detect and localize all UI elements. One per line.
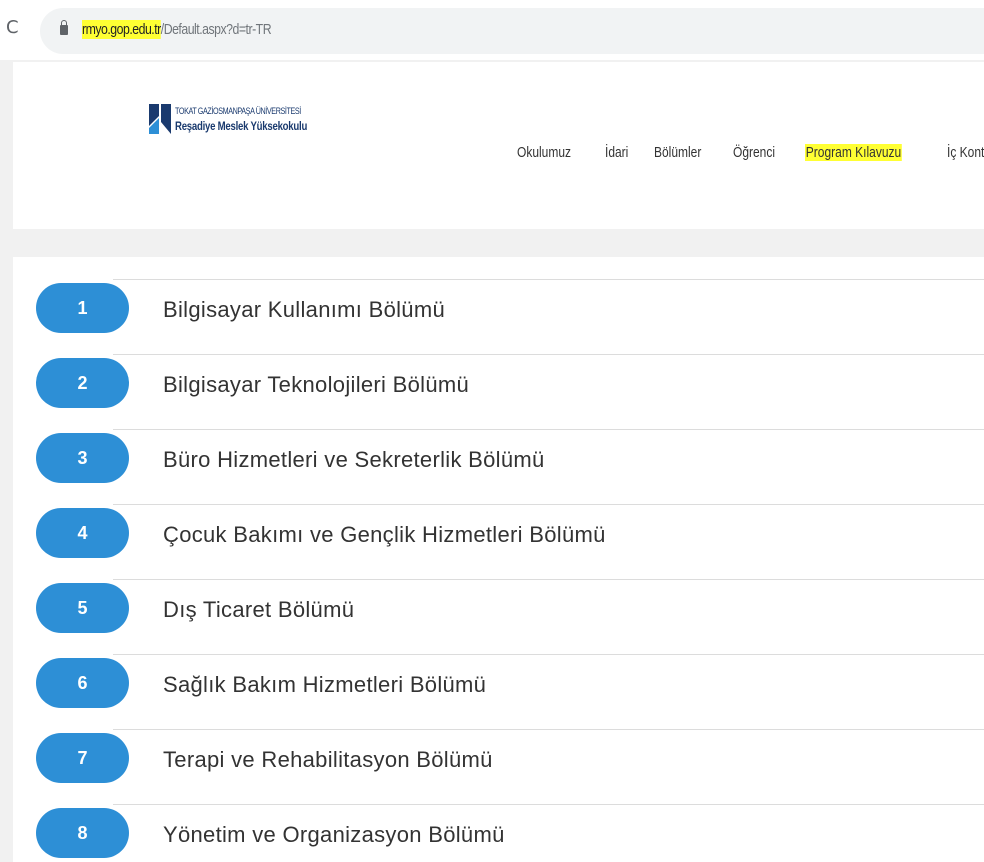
row-divider — [113, 804, 984, 805]
department-link[interactable]: Terapi ve Rehabilitasyon Bölümü — [163, 747, 493, 773]
row-divider — [113, 654, 984, 655]
row-divider — [113, 504, 984, 505]
nav-program-kilavuzu[interactable]: Program Kılavuzu — [805, 144, 903, 161]
department-link[interactable]: Yönetim ve Organizasyon Bölümü — [163, 822, 505, 848]
nav-ogrenci[interactable]: Öğrenci — [733, 144, 775, 161]
reload-icon[interactable]: C — [6, 17, 19, 38]
department-link[interactable]: Dış Ticaret Bölümü — [163, 597, 354, 623]
nav-idari[interactable]: İdari — [605, 144, 628, 161]
department-link[interactable]: Bilgisayar Teknolojileri Bölümü — [163, 372, 469, 398]
nav-ic-kontrol[interactable]: İç Kontrol — [947, 144, 984, 161]
number-badge: 3 — [36, 433, 129, 483]
number-badge: 6 — [36, 658, 129, 708]
department-list: 1 Bilgisayar Kullanımı Bölümü 2 Bilgisay… — [13, 257, 984, 862]
department-link[interactable]: Bilgisayar Kullanımı Bölümü — [163, 297, 445, 323]
logo-mark-icon — [149, 104, 171, 134]
list-item[interactable]: 1 Bilgisayar Kullanımı Bölümü — [13, 257, 984, 333]
list-item[interactable]: 7 Terapi ve Rehabilitasyon Bölümü — [13, 707, 984, 783]
row-divider — [113, 429, 984, 430]
logo-university-name: TOKAT GAZİOSMANPAŞA ÜNİVERSİTESİ — [175, 106, 301, 116]
url-host: rmyo.gop.edu.tr — [82, 20, 161, 39]
row-divider — [113, 579, 984, 580]
list-item[interactable]: 8 Yönetim ve Organizasyon Bölümü — [13, 782, 984, 858]
number-badge: 4 — [36, 508, 129, 558]
main-nav: Okulumuz İdari Bölümler Öğrenci Program … — [517, 144, 984, 161]
url-text[interactable]: rmyo.gop.edu.tr/Default.aspx?d=tr-TR — [82, 20, 272, 39]
department-link[interactable]: Çocuk Bakımı ve Gençlik Hizmetleri Bölüm… — [163, 522, 606, 548]
number-badge: 5 — [36, 583, 129, 633]
number-badge: 1 — [36, 283, 129, 333]
number-badge: 2 — [36, 358, 129, 408]
row-divider — [113, 729, 984, 730]
logo-school-name: Reşadiye Meslek Yüksekokulu — [175, 119, 308, 133]
nav-bolumler[interactable]: Bölümler — [654, 144, 701, 161]
list-item[interactable]: 2 Bilgisayar Teknolojileri Bölümü — [13, 332, 984, 408]
browser-address-bar: C rmyo.gop.edu.tr/Default.aspx?d=tr-TR — [0, 0, 984, 60]
list-item[interactable]: 5 Dış Ticaret Bölümü — [13, 557, 984, 633]
number-badge: 8 — [36, 808, 129, 858]
list-item[interactable]: 4 Çocuk Bakımı ve Gençlik Hizmetleri Böl… — [13, 482, 984, 558]
nav-okulumuz[interactable]: Okulumuz — [517, 144, 571, 161]
lock-icon[interactable] — [60, 20, 68, 35]
department-link[interactable]: Büro Hizmetleri ve Sekreterlik Bölümü — [163, 447, 545, 473]
url-path: /Default.aspx?d=tr-TR — [160, 21, 272, 38]
row-divider — [113, 354, 984, 355]
url-box[interactable]: rmyo.gop.edu.tr/Default.aspx?d=tr-TR — [40, 8, 984, 54]
department-link[interactable]: Sağlık Bakım Hizmetleri Bölümü — [163, 672, 486, 698]
site-header: TOKAT GAZİOSMANPAŞA ÜNİVERSİTESİ Reşadiy… — [13, 62, 984, 229]
row-divider — [113, 279, 984, 280]
number-badge: 7 — [36, 733, 129, 783]
list-item[interactable]: 6 Sağlık Bakım Hizmetleri Bölümü — [13, 632, 984, 708]
list-item[interactable]: 3 Büro Hizmetleri ve Sekreterlik Bölümü — [13, 407, 984, 483]
